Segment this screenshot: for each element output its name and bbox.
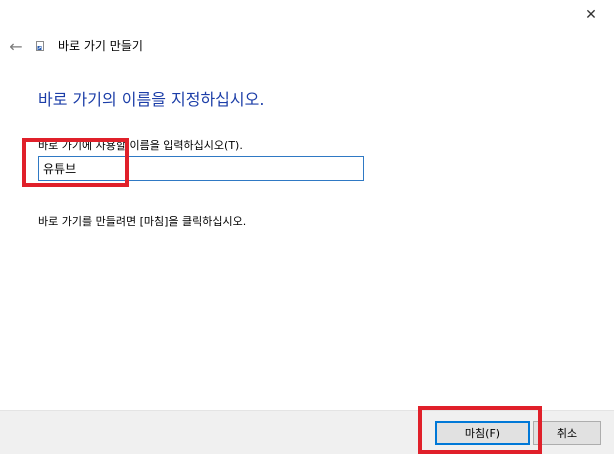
finish-button[interactable]: 마침(F) <box>435 421 530 445</box>
dialog-title: 바로 가기 만들기 <box>58 39 143 53</box>
name-prompt-label: 바로 가기에 사용할 이름을 입력하십시오(T). <box>38 139 243 152</box>
finish-hint-text: 바로 가기를 만들려면 [마침]을 클릭하십시오. <box>38 215 247 228</box>
shortcut-app-icon <box>36 41 44 51</box>
cancel-button[interactable]: 취소 <box>533 421 601 445</box>
close-icon: ✕ <box>585 7 597 23</box>
page-heading: 바로 가기의 이름을 지정하십시오. <box>38 90 265 109</box>
close-button[interactable]: ✕ <box>568 0 614 30</box>
back-button[interactable]: ← <box>4 34 28 58</box>
back-arrow-icon: ← <box>9 36 23 56</box>
shortcut-name-input[interactable] <box>38 156 364 181</box>
dialog-header: ← 바로 가기 만들기 <box>0 34 614 58</box>
dialog-footer: 마침(F) 취소 <box>0 410 614 454</box>
create-shortcut-window: ✕ ← 바로 가기 만들기 바로 가기의 이름을 지정하십시오. 바로 가기에 … <box>0 0 614 454</box>
